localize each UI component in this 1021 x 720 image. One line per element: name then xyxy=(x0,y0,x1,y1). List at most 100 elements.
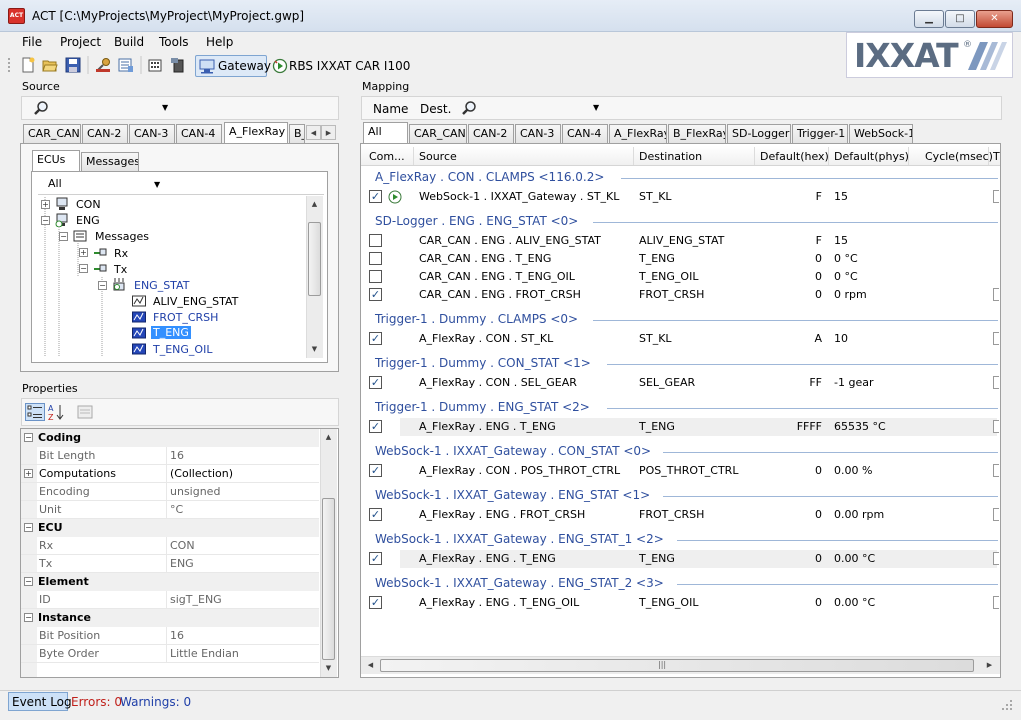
open-folder-icon[interactable] xyxy=(42,57,58,73)
mapping-tab-can-3[interactable]: CAN-3 xyxy=(515,124,561,143)
property-value[interactable]: unsigned xyxy=(170,485,220,498)
menu-file[interactable]: File xyxy=(22,35,42,49)
mapping-source-cell[interactable]: WebSock-1 . IXXAT_Gateway . ST_KL xyxy=(419,190,619,203)
mapping-default-phys-cell[interactable]: 0.00 % xyxy=(834,464,872,477)
mapping-row-option-box[interactable] xyxy=(993,190,999,203)
mapping-default-phys-cell[interactable]: 65535 °C xyxy=(834,420,886,433)
scroll-down-icon[interactable]: ▼ xyxy=(307,342,322,357)
mapping-default-phys-cell[interactable]: -1 gear xyxy=(834,376,873,389)
expand-icon[interactable]: + xyxy=(79,248,88,257)
mapping-source-cell[interactable]: A_FlexRay . ENG . T_ENG xyxy=(419,552,556,565)
tree-item-con[interactable]: CON xyxy=(76,198,101,211)
mapping-row-option-box[interactable] xyxy=(993,332,999,345)
mapping-enable-checkbox[interactable]: ✓ xyxy=(369,376,382,389)
sort-alphabetical-icon[interactable]: AZ xyxy=(47,403,65,421)
property-value[interactable]: ENG xyxy=(170,557,194,570)
scroll-left-icon[interactable]: ◀ xyxy=(363,658,378,673)
expand-icon[interactable]: + xyxy=(41,200,50,209)
scroll-up-icon[interactable]: ▲ xyxy=(307,197,322,212)
mapping-default-hex-cell[interactable]: 0 xyxy=(760,252,822,265)
mapping-default-hex-cell[interactable]: 0 xyxy=(760,288,822,301)
mapping-default-hex-cell[interactable]: FF xyxy=(760,376,822,389)
scroll-right-icon[interactable]: ▶ xyxy=(982,658,997,673)
mapping-group-header[interactable]: SD-Logger . ENG . ENG_STAT <0> xyxy=(375,214,578,228)
mapping-enable-checkbox[interactable]: ✓ xyxy=(369,288,382,301)
mapping-enable-checkbox[interactable] xyxy=(369,234,382,247)
mapping-search-input[interactable] xyxy=(480,100,603,118)
search-icon[interactable] xyxy=(461,100,477,116)
mapping-dest-cell[interactable]: T_ENG_OIL xyxy=(639,596,698,609)
collapse-icon[interactable]: − xyxy=(79,264,88,273)
mapping-row-option-box[interactable] xyxy=(993,552,999,565)
scroll-down-icon[interactable]: ▼ xyxy=(321,661,336,676)
mapping-source-cell[interactable]: CAR_CAN . ENG . FROT_CRSH xyxy=(419,288,581,301)
tree-item-eng[interactable]: ENG xyxy=(76,214,100,227)
collapse-icon[interactable]: − xyxy=(98,281,107,290)
categorized-view-icon[interactable] xyxy=(25,403,45,421)
menu-tools[interactable]: Tools xyxy=(159,35,189,49)
properties-scroll-thumb[interactable] xyxy=(322,498,335,660)
mapping-tab-can-4[interactable]: CAN-4 xyxy=(562,124,608,143)
mapping-enable-checkbox[interactable]: ✓ xyxy=(369,552,382,565)
mapping-default-phys-cell[interactable]: 15 xyxy=(834,234,848,247)
filter-name-label[interactable]: Name xyxy=(373,102,408,116)
column-header-0[interactable]: Com... xyxy=(369,150,405,163)
mapping-group-header[interactable]: Trigger-1 . Dummy . ENG_STAT <2> xyxy=(375,400,590,414)
mapping-source-cell[interactable]: A_FlexRay . ENG . T_ENG_OIL xyxy=(419,596,579,609)
mapping-enable-checkbox[interactable]: ✓ xyxy=(369,508,382,521)
chevron-down-icon[interactable]: ▼ xyxy=(162,103,168,112)
mapping-row-option-box[interactable] xyxy=(993,376,999,389)
mapping-dest-cell[interactable]: T_ENG xyxy=(639,252,675,265)
menu-project[interactable]: Project xyxy=(60,35,101,49)
column-header-5[interactable]: Cycle(msec) xyxy=(925,150,993,163)
scroll-up-icon[interactable]: ▲ xyxy=(321,430,336,445)
mapping-default-hex-cell[interactable]: 0 xyxy=(760,552,822,565)
new-file-icon[interactable] xyxy=(20,57,36,73)
mapping-default-hex-cell[interactable]: F xyxy=(760,190,822,203)
close-button[interactable]: ✕ xyxy=(976,10,1013,28)
tree-item-frot-crsh[interactable]: FROT_CRSH xyxy=(153,311,218,324)
errors-count[interactable]: Errors: 0 xyxy=(71,695,122,709)
mapping-default-hex-cell[interactable]: 0 xyxy=(760,596,822,609)
mapping-tab-a-flexray[interactable]: A_FlexRay xyxy=(609,124,667,143)
menu-help[interactable]: Help xyxy=(206,35,233,49)
mapping-row-option-box[interactable] xyxy=(993,288,999,301)
tree-item-eng-stat[interactable]: ENG_STAT xyxy=(134,279,189,292)
mapping-enable-checkbox[interactable]: ✓ xyxy=(369,190,382,203)
download-device-icon[interactable] xyxy=(170,57,186,73)
minimize-button[interactable]: ▁ xyxy=(914,10,944,28)
column-header-2[interactable]: Destination xyxy=(639,150,702,163)
mapping-source-cell[interactable]: A_FlexRay . ENG . T_ENG xyxy=(419,420,556,433)
tree-item-rx[interactable]: Rx xyxy=(114,247,128,260)
rbs-play-icon[interactable] xyxy=(272,58,288,74)
mapping-enable-checkbox[interactable]: ✓ xyxy=(369,464,382,477)
mapping-dest-cell[interactable]: FROT_CRSH xyxy=(639,508,704,521)
tree-item-tx[interactable]: Tx xyxy=(114,263,127,276)
mapping-tab-websock-1[interactable]: WebSock-1 xyxy=(849,124,913,143)
tree-item-aliv-eng-stat[interactable]: ALIV_ENG_STAT xyxy=(153,295,238,308)
mapping-dest-cell[interactable]: FROT_CRSH xyxy=(639,288,704,301)
mapping-default-phys-cell[interactable]: 10 xyxy=(834,332,848,345)
mapping-default-hex-cell[interactable]: 0 xyxy=(760,508,822,521)
mapping-source-cell[interactable]: A_FlexRay . CON . SEL_GEAR xyxy=(419,376,577,389)
mapping-default-phys-cell[interactable]: 0 °C xyxy=(834,270,858,283)
collapse-icon[interactable]: − xyxy=(59,232,68,241)
tree-item-t-eng-selected[interactable]: T_ENG xyxy=(151,326,191,339)
mapping-default-phys-cell[interactable]: 15 xyxy=(834,190,848,203)
mapping-default-hex-cell[interactable]: 0 xyxy=(760,270,822,283)
property-value[interactable]: 16 xyxy=(170,449,184,462)
mapping-default-phys-cell[interactable]: 0 °C xyxy=(834,252,858,265)
chevron-down-icon[interactable]: ▼ xyxy=(593,103,599,112)
mapping-source-cell[interactable]: A_FlexRay . ENG . FROT_CRSH xyxy=(419,508,585,521)
mapping-default-phys-cell[interactable]: 0.00 °C xyxy=(834,596,875,609)
filter-dest-label[interactable]: Dest. xyxy=(420,102,451,116)
collapse-icon[interactable]: − xyxy=(41,216,50,225)
properties-list-icon[interactable] xyxy=(118,57,134,73)
mapping-enable-checkbox[interactable]: ✓ xyxy=(369,596,382,609)
property-value[interactable]: sigT_ENG xyxy=(170,593,222,606)
subtab-ecus[interactable]: ECUs xyxy=(32,150,80,171)
warnings-count[interactable]: Warnings: 0 xyxy=(120,695,191,709)
mapping-dest-cell[interactable]: ALIV_ENG_STAT xyxy=(639,234,724,247)
expand-icon[interactable]: + xyxy=(24,469,33,478)
mapping-group-header[interactable]: WebSock-1 . IXXAT_Gateway . ENG_STAT <1> xyxy=(375,488,650,502)
